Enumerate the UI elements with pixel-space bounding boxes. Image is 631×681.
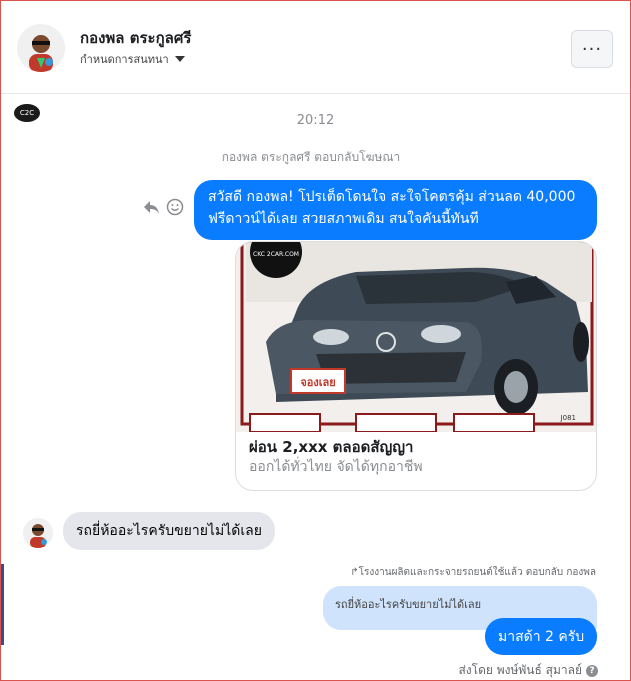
ad-code-text: J081 — [560, 414, 576, 422]
outgoing-reply-bubble[interactable]: มาสด้า 2 ครับ — [485, 618, 598, 655]
caret-down-icon — [174, 56, 185, 62]
reply-icon[interactable] — [142, 198, 160, 216]
incoming-message-bubble[interactable]: รถยี่ห้ออะไรครับขยายไม่ได้เลย — [63, 512, 275, 550]
schedule-dropdown[interactable]: กำหนดการสนทนา — [80, 50, 185, 68]
ad-logo-text: CKC 2CAR.COM — [253, 251, 299, 258]
promo-plate-text: จองเลย — [300, 376, 335, 389]
car-ad-image[interactable]: จองเลย CKC 2CAR.COM J081 — [236, 242, 596, 433]
ellipsis-icon: ··· — [581, 38, 603, 60]
conversation-header: กองพล ตระกูลศรี กำหนดการสนทนา ··· — [1, 1, 630, 94]
message-timestamp: 20:12 — [296, 113, 335, 128]
smiley-icon[interactable] — [166, 198, 184, 216]
left-edge-bar — [1, 564, 4, 645]
outgoing-message-bubble[interactable]: สวัสดี กองพล! โปรเต็ดโดนใจ สะใจโคตรคุ้ม … — [194, 180, 597, 240]
reply-context-label: ↱โรงงานผลิตและกระจายรถยนต์ใช้แล้ว ตอบกลั… — [350, 567, 596, 578]
reply-arrow-icon: ↱ — [350, 567, 359, 578]
sent-by-label: ส่งโดย พงษ์พันธ์ สุมาลย์ ? — [458, 661, 598, 680]
help-icon[interactable]: ? — [586, 664, 598, 677]
schedule-label: กำหนดการสนทนา — [80, 53, 169, 66]
contact-avatar-small — [23, 518, 53, 548]
contact-avatar[interactable] — [17, 24, 65, 72]
ad-reply-context: กองพล ตระกูลศรี ตอบกลับโฆษณา — [221, 150, 401, 164]
ad-description: ออกได้ทั่วไทย จัดได้ทุกอาชีพ — [249, 459, 423, 475]
ad-attachment-card[interactable]: จองเลย CKC 2CAR.COM J081 ผ่อน 2,xxx ตลอด… — [235, 241, 597, 491]
contact-name[interactable]: กองพล ตระกูลศรี — [80, 26, 191, 50]
more-options-button[interactable]: ··· — [571, 30, 613, 68]
